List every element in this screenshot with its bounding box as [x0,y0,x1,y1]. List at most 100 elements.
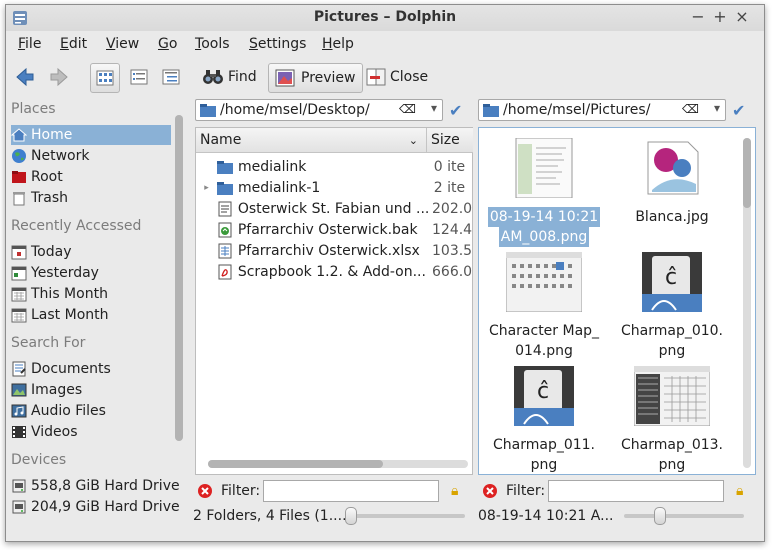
left-pane: /home/msel/Desktop/ ⌫ ▾ ✔ Name ⌄ Size me… [193,97,473,525]
sidebar-item-this-month[interactable]: This Month [11,284,171,304]
sidebar-item-home[interactable]: Home [11,125,171,145]
close-window-icon[interactable]: × [733,8,751,26]
right-url-field[interactable]: /home/msel/Pictures/ ⌫ ▾ [478,99,726,121]
maximize-icon[interactable]: + [711,8,729,26]
file-row-pfarrarchiv-bak[interactable]: Pfarrarchiv Osterwick.bak 124.4 [196,219,472,240]
url-dropdown-chevron-icon[interactable]: ▾ [714,101,720,115]
lock-icon[interactable]: 🔒︎ [736,483,743,499]
right-icons-view[interactable]: 08-19-14 10:21 AM_008.png Blanca.jpg Cha… [478,127,756,475]
menu-tools[interactable]: Tools [195,36,230,52]
file-row-scrapbook-pdf[interactable]: Scrapbook 1.2. & Add-on... 666.0 [196,261,472,282]
accept-url-checkmark-icon[interactable]: ✔ [732,101,745,120]
left-hscroll-thumb[interactable] [208,460,383,468]
sidebar-item-audio-files[interactable]: Audio Files [11,401,171,421]
compact-view-button[interactable] [126,63,152,91]
right-location-bar: /home/msel/Pictures/ ⌫ ▾ ✔ [478,98,762,122]
details-view-button[interactable] [158,63,184,91]
file-row-medialink-1[interactable]: ▸ medialink-1 2 ite [196,177,472,198]
url-dropdown-chevron-icon[interactable]: ▾ [431,101,437,115]
details-view-icon [162,69,180,85]
column-header-size[interactable]: Size [426,128,473,153]
left-filter-label: Filter: [221,483,261,499]
svg-text:ĉ: ĉ [537,379,549,404]
sidebar-item-trash[interactable]: Trash [11,188,171,208]
sidebar-item-documents[interactable]: Documents [11,359,171,379]
menu-file[interactable]: File [18,36,41,52]
menu-edit[interactable]: Edit [60,36,87,52]
right-vscroll-thumb[interactable] [743,138,751,208]
menu-view[interactable]: View [106,36,139,52]
sidebar-scrollbar[interactable] [175,115,183,441]
sidebar-item-device-2[interactable]: 204,9 GiB Hard Drive [11,497,181,517]
icon-caption-line2: png [530,457,558,473]
sidebar-item-device-1[interactable]: 558,8 GiB Hard Drive [11,476,181,496]
menu-help[interactable]: Help [322,36,354,52]
close-split-button[interactable]: Close [366,63,428,91]
right-status-bar: 08-19-14 10:21 A... [478,505,762,527]
icon-item-charmap-013[interactable]: Charmap_013. png [613,365,731,475]
right-filter-input[interactable] [548,480,724,502]
clear-url-icon[interactable]: ⌫ [399,102,416,116]
right-vscrollbar[interactable] [743,138,751,468]
expand-arrow-icon[interactable]: ▸ [196,183,217,193]
find-button[interactable]: Find [202,63,257,91]
image-file-thumbnail [647,141,699,195]
sidebar-item-network[interactable]: Network [11,146,171,166]
file-row-osterwick-doc[interactable]: Osterwick St. Fabian und ... 202.0 [196,198,472,219]
audio-files-icon [11,404,27,418]
icons-view-button[interactable] [90,63,120,93]
column-header-name[interactable]: Name ⌄ [196,128,426,153]
recent-heading: Recently Accessed [11,218,142,234]
preview-button[interactable]: Preview [268,63,363,93]
back-button[interactable] [14,63,40,91]
pdf-icon [218,264,232,279]
charmap-thumbnail: ĉ [642,252,702,312]
icon-caption-line2: png [658,457,686,473]
minimize-icon[interactable]: − [689,8,707,26]
clear-filter-icon[interactable] [482,483,498,499]
sidebar-item-root[interactable]: Root [11,167,171,187]
left-hscrollbar[interactable] [208,460,468,468]
file-row-pfarrarchiv-xlsx[interactable]: Pfarrarchiv Osterwick.xlsx 103.5 [196,240,472,261]
icon-item-character-map-014[interactable]: Character Map_ 014.png [485,251,603,361]
globe-icon [12,149,26,163]
menu-settings[interactable]: Settings [249,36,306,52]
preview-icon [275,69,295,87]
left-details-view[interactable]: Name ⌄ Size medialink 0 ite ▸ medialink-… [195,127,473,475]
icon-item-screenshot-008[interactable]: 08-19-14 10:21 AM_008.png [485,137,603,247]
icon-item-charmap-010[interactable]: ĉ Charmap_010. png [613,252,731,361]
dolphin-window: Pictures – Dolphin − + × File Edit View … [5,4,765,542]
close-split-label: Close [390,69,429,85]
accept-url-checkmark-icon[interactable]: ✔ [449,101,462,120]
sidebar-scroll-thumb[interactable] [175,115,183,441]
charmap-thumbnail: ĉ [514,366,574,426]
left-filter-input[interactable] [263,480,439,502]
sidebar-item-yesterday[interactable]: Yesterday [11,263,171,283]
sidebar-item-today[interactable]: Today [11,242,171,262]
sidebar-item-last-month[interactable]: Last Month [11,305,171,325]
sidebar-item-images[interactable]: Images [11,380,171,400]
right-zoom-slider[interactable] [624,514,744,518]
left-url-field[interactable]: /home/msel/Desktop/ ⌫ ▾ [195,99,443,121]
places-heading: Places [11,101,56,117]
right-zoom-knob[interactable] [654,507,666,525]
left-zoom-knob[interactable] [345,507,357,525]
menu-go[interactable]: Go [158,36,177,52]
clear-filter-icon[interactable] [197,483,213,499]
screenshot-thumbnail [505,251,583,313]
forward-button[interactable] [48,63,74,91]
file-row-medialink[interactable]: medialink 0 ite [196,156,472,177]
icon-caption-line2: 014.png [515,343,573,359]
clear-url-icon[interactable]: ⌫ [682,102,699,116]
icon-caption-line1: Charmap_010. [620,323,723,339]
left-status-text: 2 Folders, 4 Files (1.... [193,508,347,524]
left-zoom-slider[interactable] [349,514,465,518]
lock-icon[interactable]: 🔒︎ [451,483,458,499]
binoculars-icon [203,70,223,84]
videos-icon [12,426,26,438]
sidebar-item-videos[interactable]: Videos [11,422,171,442]
right-filter-label: Filter: [506,483,546,499]
icon-item-blanca[interactable]: Blanca.jpg [613,138,731,227]
spreadsheet-icon [218,243,232,258]
icon-item-charmap-011[interactable]: ĉ Charmap_011. png [485,366,603,475]
